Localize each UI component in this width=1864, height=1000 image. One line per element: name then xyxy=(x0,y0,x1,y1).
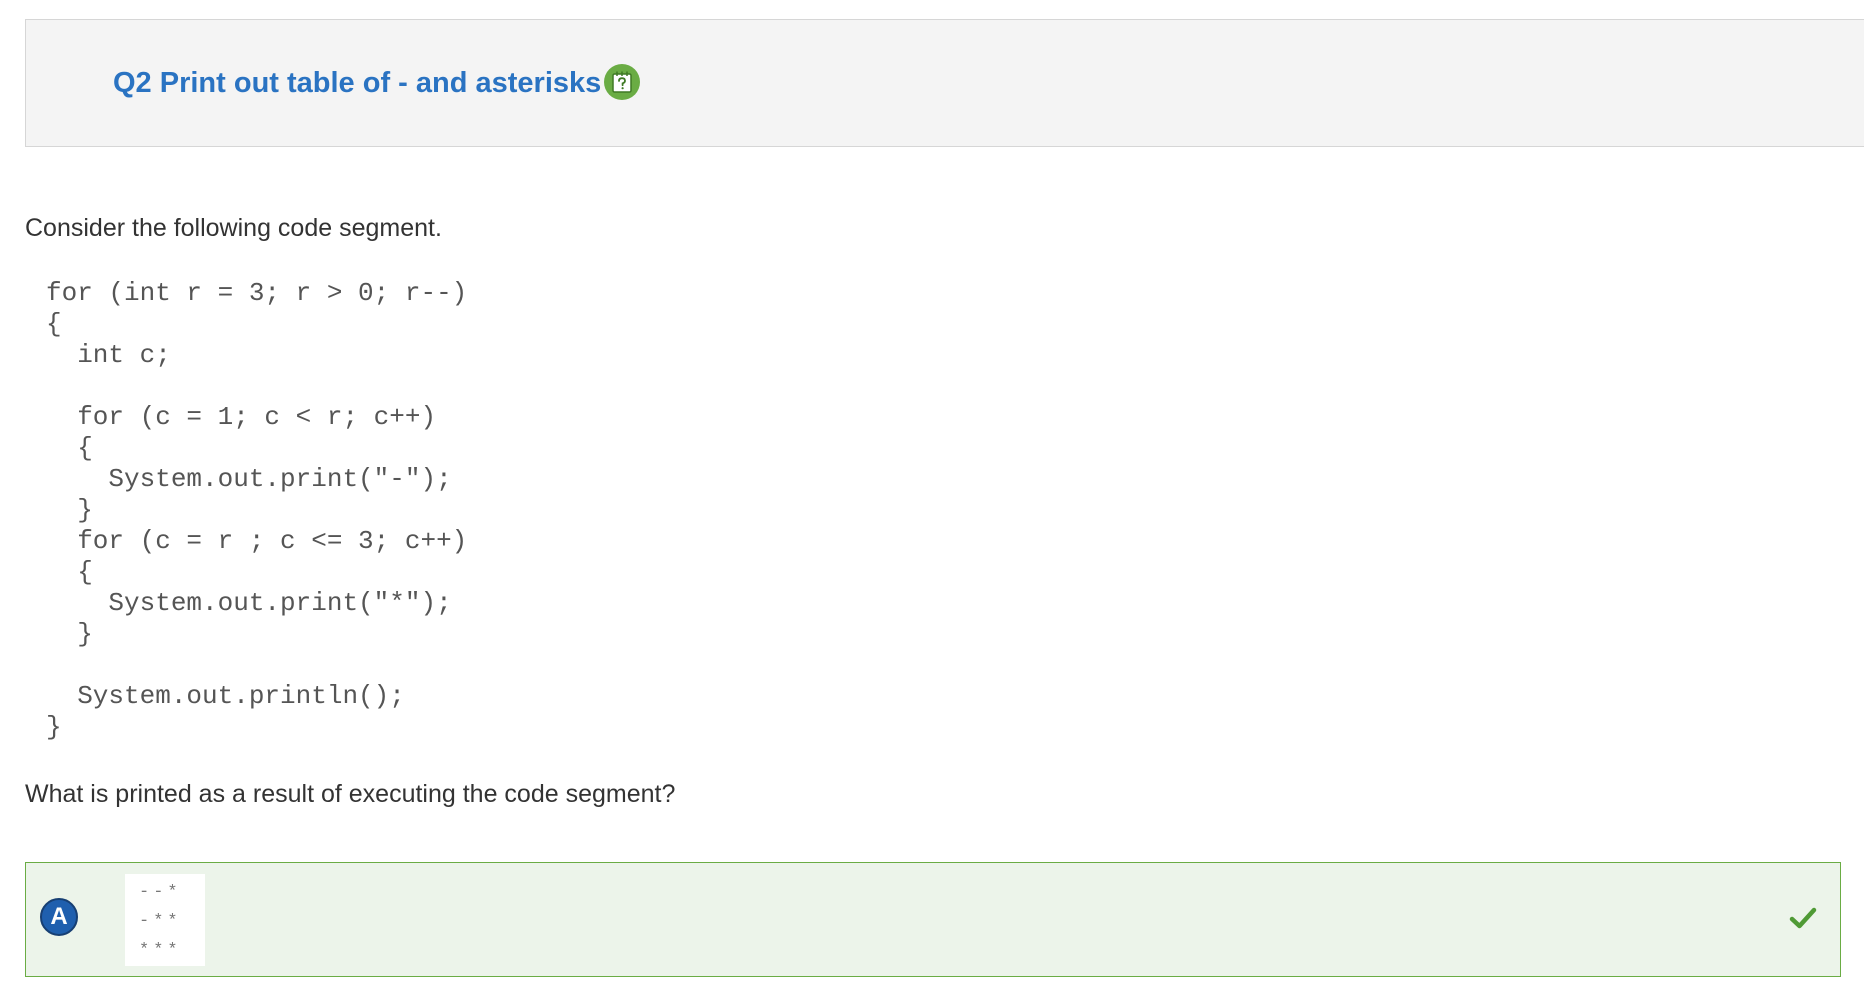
code-line: for (c = 1; c < r; c++) xyxy=(46,402,437,432)
check-icon xyxy=(1789,907,1817,929)
answer-output-image: --* -** *** xyxy=(125,874,205,966)
code-line: System.out.println(); xyxy=(46,681,405,711)
output-line: -** xyxy=(139,912,182,931)
output-line: *** xyxy=(139,941,182,960)
code-line: for (int r = 3; r > 0; r--) xyxy=(46,278,468,308)
code-line: { xyxy=(46,433,93,463)
code-line: { xyxy=(46,309,62,339)
code-line: } xyxy=(46,712,62,742)
code-line: } xyxy=(46,495,93,525)
notepad-question-icon xyxy=(612,71,632,93)
answer-letter-badge: A xyxy=(40,898,78,936)
question-ask: What is printed as a result of executing… xyxy=(25,780,676,808)
question-title: Q2 Print out table of - and asterisks xyxy=(113,67,602,99)
code-line: System.out.print("*"); xyxy=(46,588,452,618)
help-notepad-icon[interactable] xyxy=(604,64,640,100)
question-prompt: Consider the following code segment. xyxy=(25,214,442,242)
output-line: --* xyxy=(139,883,182,902)
code-segment: for (int r = 3; r > 0; r--) { int c; for… xyxy=(46,278,467,743)
code-line: for (c = r ; c <= 3; c++) xyxy=(46,526,468,556)
code-line: { xyxy=(46,557,93,587)
code-line: } xyxy=(46,619,93,649)
code-line: System.out.print("-"); xyxy=(46,464,452,494)
answer-option-a[interactable]: A --* -** *** xyxy=(25,862,1841,977)
code-line: int c; xyxy=(46,340,171,370)
question-header: Q2 Print out table of - and asterisks xyxy=(25,19,1864,147)
question-page: Q2 Print out table of - and asterisks Co… xyxy=(0,0,1864,1000)
